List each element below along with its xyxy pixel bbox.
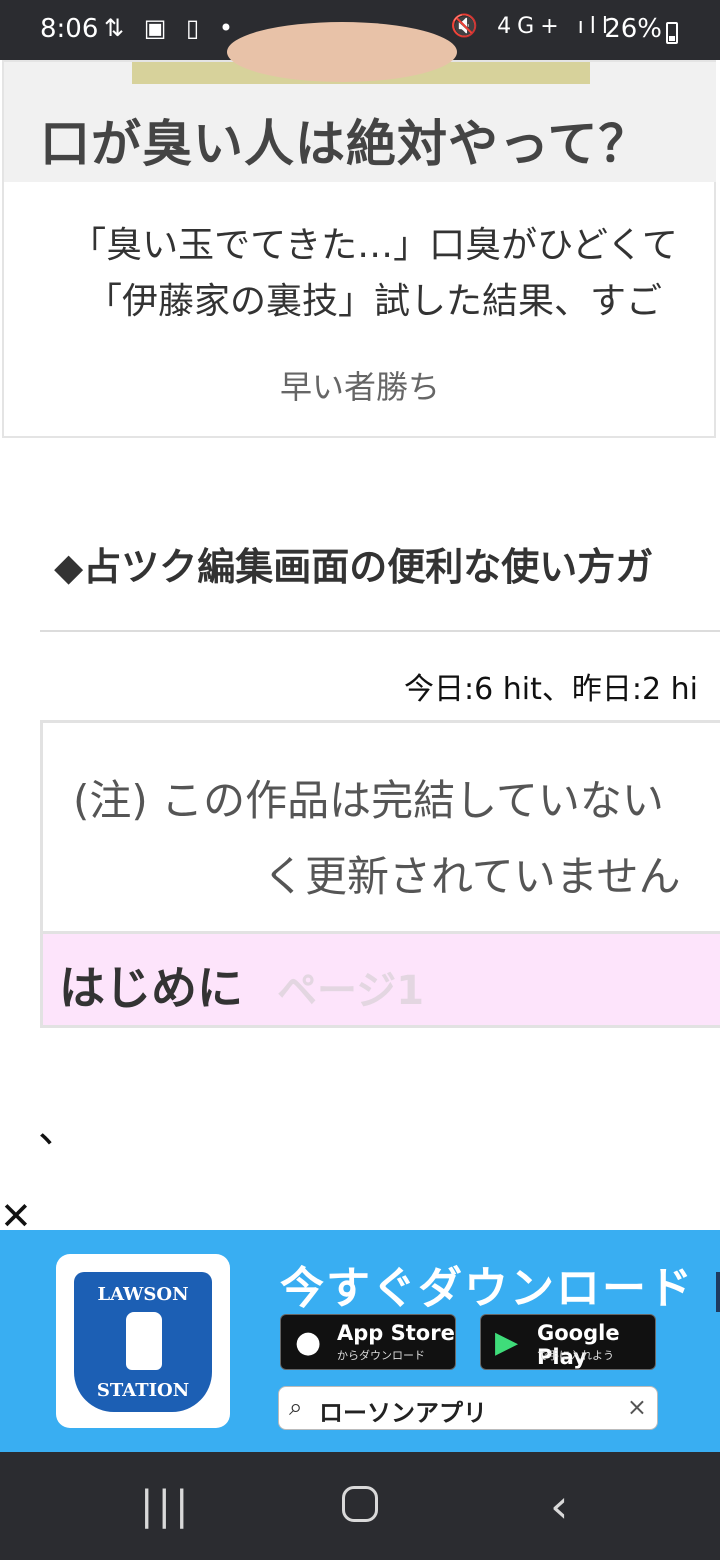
ad-body-line1: 「臭い玉でてきた…」口臭がひどくて bbox=[70, 225, 678, 266]
clear-icon[interactable]: × bbox=[627, 1393, 647, 1421]
notice-line2: く更新されていません bbox=[263, 852, 681, 901]
banner-ad[interactable]: LAWSON STATION 今すぐダウンロード ● App Store からダ… bbox=[0, 1230, 720, 1452]
lawson-shield-icon: LAWSON STATION bbox=[74, 1272, 212, 1412]
milk-bottle-icon bbox=[126, 1312, 162, 1370]
ad-body-line2: 「伊藤家の裏技」試した結果、すご bbox=[85, 281, 662, 322]
search-cursor-icon: ⌕ bbox=[289, 1393, 303, 1421]
banner-title: 今すぐダウンロード bbox=[280, 1263, 694, 1314]
google-play-button[interactable]: ▶ Google Play で手に入れよう bbox=[480, 1314, 656, 1370]
app-store-sub: からダウンロード bbox=[337, 1349, 425, 1362]
ad-source: 早い者勝ち bbox=[279, 368, 440, 406]
app-store-name: App Store bbox=[337, 1321, 455, 1345]
ad-headline: 口が臭い人は絶対やって？ bbox=[40, 115, 650, 173]
ad-body: 「臭い玉でてきた…」口臭がひどくて 「伊藤家の裏技」試した結果、すご bbox=[34, 218, 714, 330]
lawson-logo: LAWSON STATION bbox=[56, 1254, 230, 1428]
divider bbox=[40, 630, 720, 632]
battery-percent: 26% bbox=[604, 14, 662, 44]
section-header: はじめに ページ1 bbox=[40, 934, 720, 1028]
notice-box: (注) この作品は完結していない く更新されていません bbox=[40, 720, 720, 934]
article-body-text: 、 bbox=[38, 1106, 78, 1152]
home-icon[interactable] bbox=[342, 1486, 378, 1522]
app-store-button[interactable]: ● App Store からダウンロード bbox=[280, 1314, 456, 1370]
apple-icon: ● bbox=[295, 1325, 322, 1360]
signal-icons: 🔇 4G+ ıll bbox=[450, 14, 614, 39]
recents-icon[interactable]: ||| bbox=[140, 1482, 192, 1530]
section-page-label: ページ1 bbox=[277, 968, 425, 1014]
notification-icons: ⇅ ▣ ▯ • bbox=[104, 14, 240, 42]
ad-card[interactable]: 口が臭い人は絶対やって？ 「臭い玉でてきた…」口臭がひどくて 「伊藤家の裏技」試… bbox=[2, 22, 716, 438]
section-heading: はじめに bbox=[59, 961, 243, 1015]
status-time: 8:06 bbox=[40, 14, 99, 44]
notice-line1: (注) この作品は完結していない bbox=[73, 776, 664, 825]
back-icon[interactable]: ‹ bbox=[550, 1482, 568, 1530]
app-search-box[interactable]: ⌕ ローソンアプリ × bbox=[278, 1386, 658, 1430]
google-play-icon: ▶ bbox=[495, 1325, 519, 1360]
banner-edge bbox=[716, 1272, 720, 1312]
search-text: ローソンアプリ bbox=[319, 1399, 487, 1427]
system-nav-bar: ||| ‹ bbox=[0, 1452, 720, 1560]
article-title: ◆占ツク編集画面の便利な使い方ガ bbox=[54, 545, 654, 589]
battery-icon bbox=[666, 22, 678, 44]
ad-image[interactable]: 口が臭い人は絶対やって？ bbox=[4, 22, 716, 182]
hit-counter: 今日:6 hit、昨日:2 hi bbox=[404, 672, 698, 707]
google-play-sub: で手に入れよう bbox=[537, 1349, 614, 1362]
ad-photo bbox=[132, 22, 590, 84]
logo-text-bottom: STATION bbox=[96, 1380, 190, 1401]
logo-text-top: LAWSON bbox=[97, 1284, 189, 1305]
